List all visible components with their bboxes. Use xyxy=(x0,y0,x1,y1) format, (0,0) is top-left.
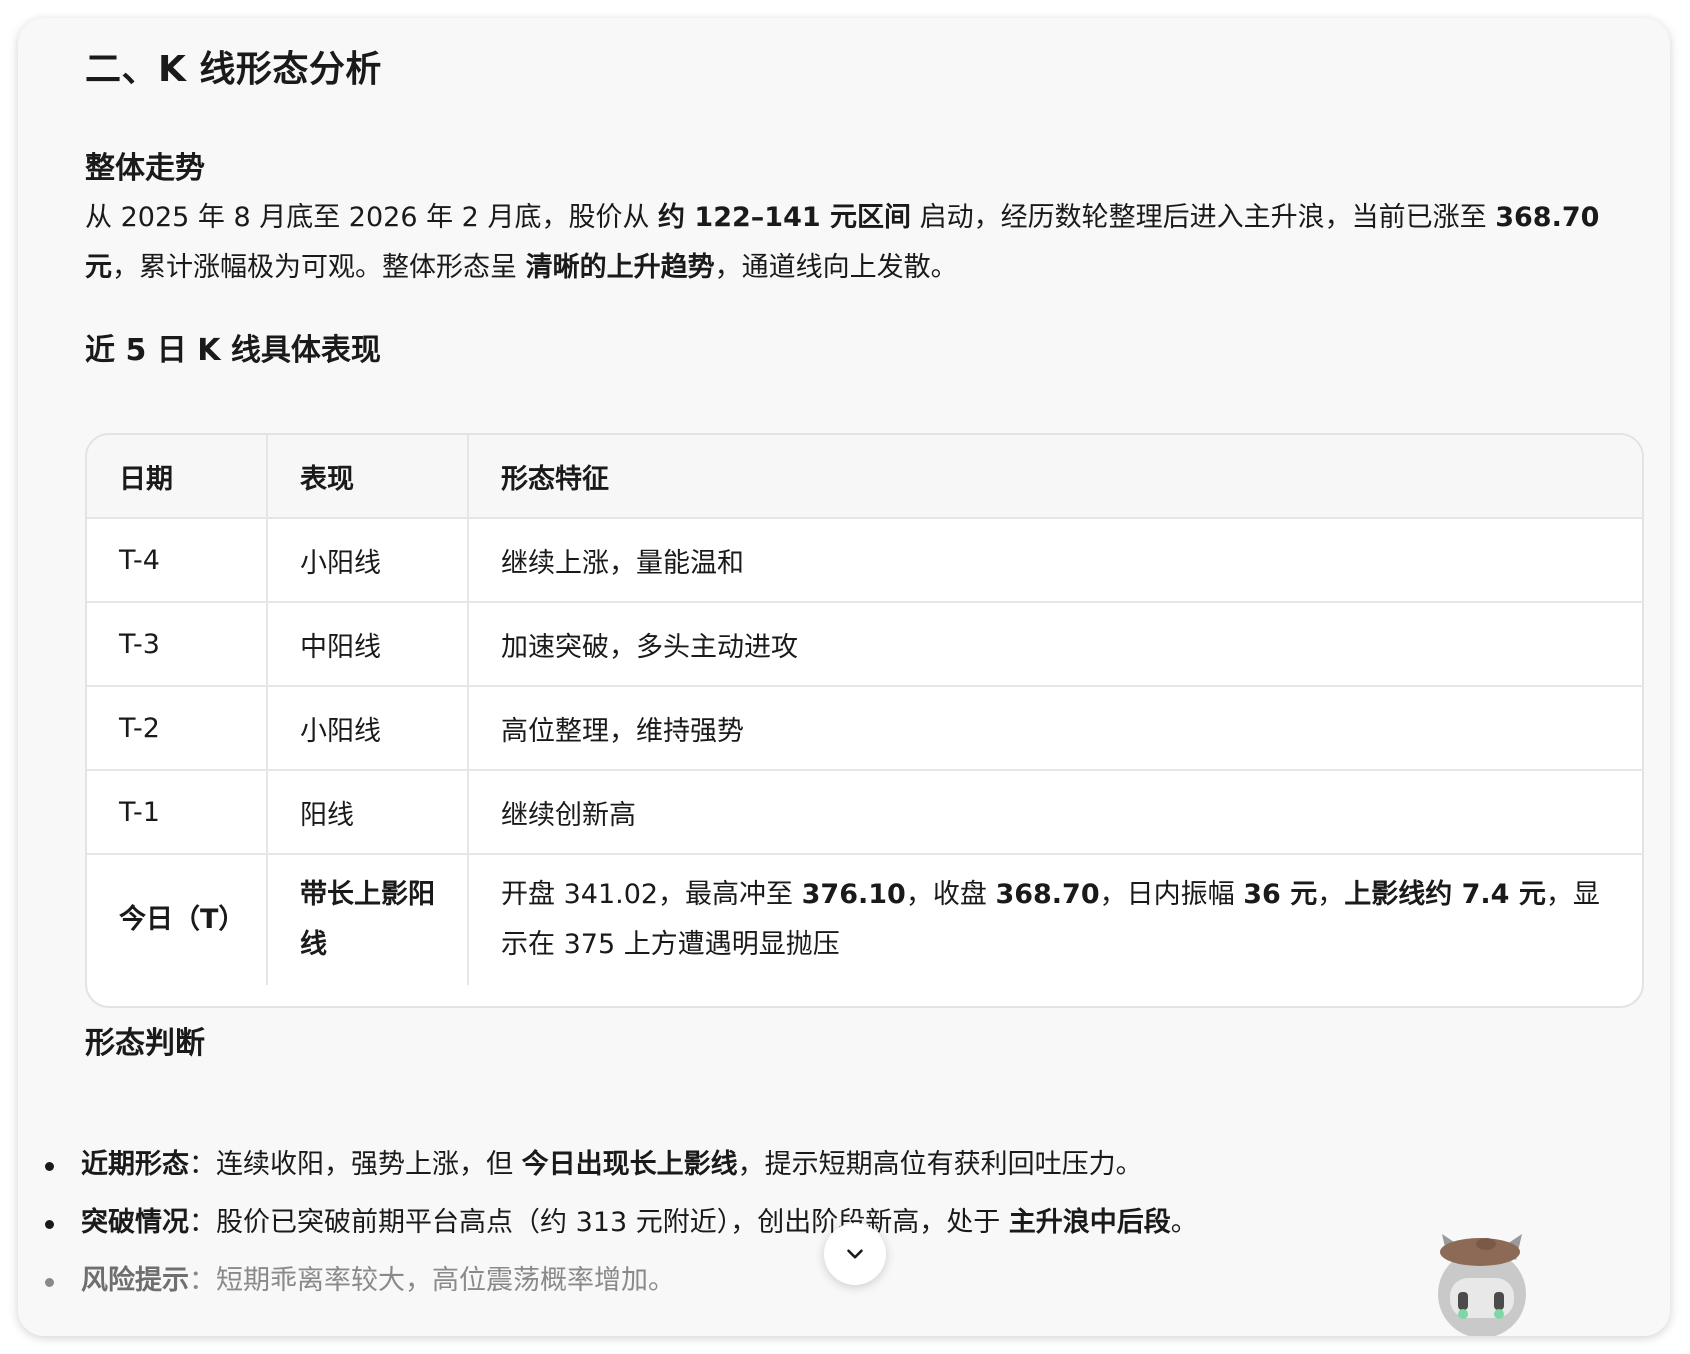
cell-date: T-3 xyxy=(87,602,268,687)
judgment-heading: 形态判断 xyxy=(85,1026,205,1061)
section-title: 二、K 线形态分析 xyxy=(85,49,382,90)
cell-date: T-4 xyxy=(87,518,268,603)
table-header-row: 日期 表现 形态特征 xyxy=(87,435,1642,519)
table-row: T-3 中阳线 加速突破，多头主动进攻 xyxy=(87,602,1642,687)
list-item-label: 突破情况 xyxy=(81,1207,189,1238)
table-row: 今日（T） 带长上影阳线 开盘 341.02，最高冲至 376.10，收盘 368.… xyxy=(87,854,1642,985)
text-segment: ，累计涨幅极为可观。整体形态呈 xyxy=(112,252,526,283)
list-item: 风险提示：短期乖离率较大，高位震荡概率增加。 xyxy=(38,1252,1538,1310)
chevron-down-icon xyxy=(847,1249,863,1259)
robot-cat-mascot-icon[interactable] xyxy=(1428,1230,1536,1336)
cell-date: T-2 xyxy=(87,686,268,771)
text-segment: 启动，经历数轮整理后进入主升浪，当前已涨至 xyxy=(911,202,1496,233)
scroll-to-bottom-button[interactable] xyxy=(824,1223,886,1285)
bold-text: 主升浪中后段 xyxy=(1008,1207,1171,1238)
text-segment: 加速突破，多头主动进攻 xyxy=(501,631,798,663)
list-item-label: 风险提示 xyxy=(81,1265,189,1296)
text-segment: 继续创新高 xyxy=(501,799,636,831)
table-body: T-4 小阳线 继续上涨，量能温和 T-3 中阳线 加速突破，多头主动进攻 T-2 小阳线 高位… xyxy=(87,518,1642,985)
text-segment: 开盘 341.02，最高冲至 xyxy=(501,879,802,910)
cell-feature: 加速突破，多头主动进攻 xyxy=(468,602,1642,687)
bold-text: 今日出现长上影线 xyxy=(521,1149,738,1180)
cell-feature: 开盘 341.02，最高冲至 376.10，收盘 368.70，日内振幅 36 … xyxy=(468,854,1642,985)
text-segment: ，日内振幅 xyxy=(1099,879,1244,910)
column-header-feature: 形态特征 xyxy=(468,435,1642,519)
cell-performance: 小阳线 xyxy=(267,518,469,603)
text-segment: ：股价已突破前期平台高点（约 313 元附近），创出阶段新高，处于 xyxy=(189,1207,1009,1238)
text-segment: ， xyxy=(1317,879,1345,910)
text-segment: ：连续收阳，强势上涨，但 xyxy=(189,1149,522,1180)
cell-feature: 继续上涨，量能温和 xyxy=(468,518,1642,603)
trend-heading: 整体走势 xyxy=(85,151,205,186)
text-segment: 。 xyxy=(1170,1207,1198,1238)
table-row: T-1 阳线 继续创新高 xyxy=(87,770,1642,855)
cell-performance: 中阳线 xyxy=(267,602,469,687)
text-segment: 继续上涨，量能温和 xyxy=(501,547,744,579)
text-segment: ，收盘 xyxy=(905,879,996,910)
judgment-list: 近期形态：连续收阳，强势上涨，但 今日出现长上影线，提示短期高位有获利回吐压力。… xyxy=(38,1136,1538,1310)
list-item: 近期形态：连续收阳，强势上涨，但 今日出现长上影线，提示短期高位有获利回吐压力。 xyxy=(38,1136,1538,1194)
text-segment: 高位整理，维持强势 xyxy=(501,715,744,747)
text-segment: ：短期乖离率较大，高位震荡概率增加。 xyxy=(189,1265,675,1296)
cell-date: 今日（T） xyxy=(87,854,268,985)
chat-message-card: 二、K 线形态分析 整体走势 从 2025 年 8 月底至 2026 年 2 月… xyxy=(18,18,1670,1336)
bold-text: 清晰的上升趋势 xyxy=(525,252,715,283)
kline-table: 日期 表现 形态特征 T-4 小阳线 继续上涨，量能温和 T-3 中阳线 加速突破，多头主… xyxy=(85,433,1644,1008)
text-segment: 从 2025 年 8 月底至 2026 年 2 月底，股价从 xyxy=(85,202,659,233)
list-item: 突破情况：股价已突破前期平台高点（约 313 元附近），创出阶段新高，处于 主升… xyxy=(38,1194,1538,1252)
cell-date: T-1 xyxy=(87,770,268,855)
cell-feature: 高位整理，维持强势 xyxy=(468,686,1642,771)
bold-text: 36 元 xyxy=(1243,879,1318,910)
bold-text: 376.10 xyxy=(801,879,906,910)
recent-heading: 近 5 日 K 线具体表现 xyxy=(85,333,381,368)
text-segment: ，提示短期高位有获利回吐压力。 xyxy=(737,1149,1143,1180)
column-header-performance: 表现 xyxy=(267,435,469,519)
table-row: T-2 小阳线 高位整理，维持强势 xyxy=(87,686,1642,771)
bold-text: 上影线约 7.4 元 xyxy=(1344,879,1546,910)
bold-text: 368.70 xyxy=(995,879,1100,910)
cell-performance: 带长上影阳线 xyxy=(267,854,469,985)
list-item-label: 近期形态 xyxy=(81,1149,189,1180)
cell-feature: 继续创新高 xyxy=(468,770,1642,855)
cell-performance: 阳线 xyxy=(267,770,469,855)
column-header-date: 日期 xyxy=(87,435,268,519)
trend-paragraph: 从 2025 年 8 月底至 2026 年 2 月底，股价从 约 122–141… xyxy=(85,193,1630,293)
cell-performance: 小阳线 xyxy=(267,686,469,771)
bold-text: 约 122–141 元区间 xyxy=(658,202,912,233)
text-segment: ，通道线向上发散。 xyxy=(714,252,958,283)
table-row: T-4 小阳线 继续上涨，量能温和 xyxy=(87,518,1642,603)
